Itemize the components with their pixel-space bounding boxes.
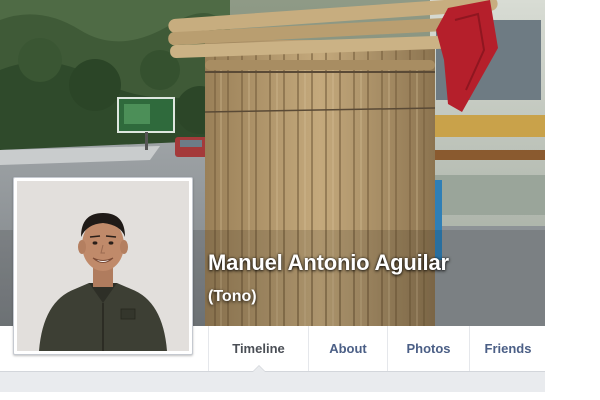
tab-label: Friends xyxy=(484,341,532,356)
profile-alternate-name: (Tono) xyxy=(208,288,257,305)
tab-timeline[interactable]: Timeline xyxy=(208,326,308,372)
tab-label: About xyxy=(329,341,367,356)
profile-picture[interactable] xyxy=(13,177,193,355)
timeline-background-strip xyxy=(0,372,545,392)
active-tab-indicator xyxy=(251,365,266,372)
tab-about[interactable]: About xyxy=(308,326,387,371)
profile-photo-image xyxy=(17,181,189,351)
tab-label: Photos xyxy=(406,341,451,356)
tab-photos[interactable]: Photos xyxy=(387,326,469,371)
profile-page: Manuel Antonio Aguilar (Tono) Timeline A… xyxy=(0,0,600,400)
profile-name[interactable]: Manuel Antonio Aguilar xyxy=(208,250,449,276)
tab-label: Timeline xyxy=(232,341,285,356)
tab-friends[interactable]: Friends xyxy=(469,326,546,371)
